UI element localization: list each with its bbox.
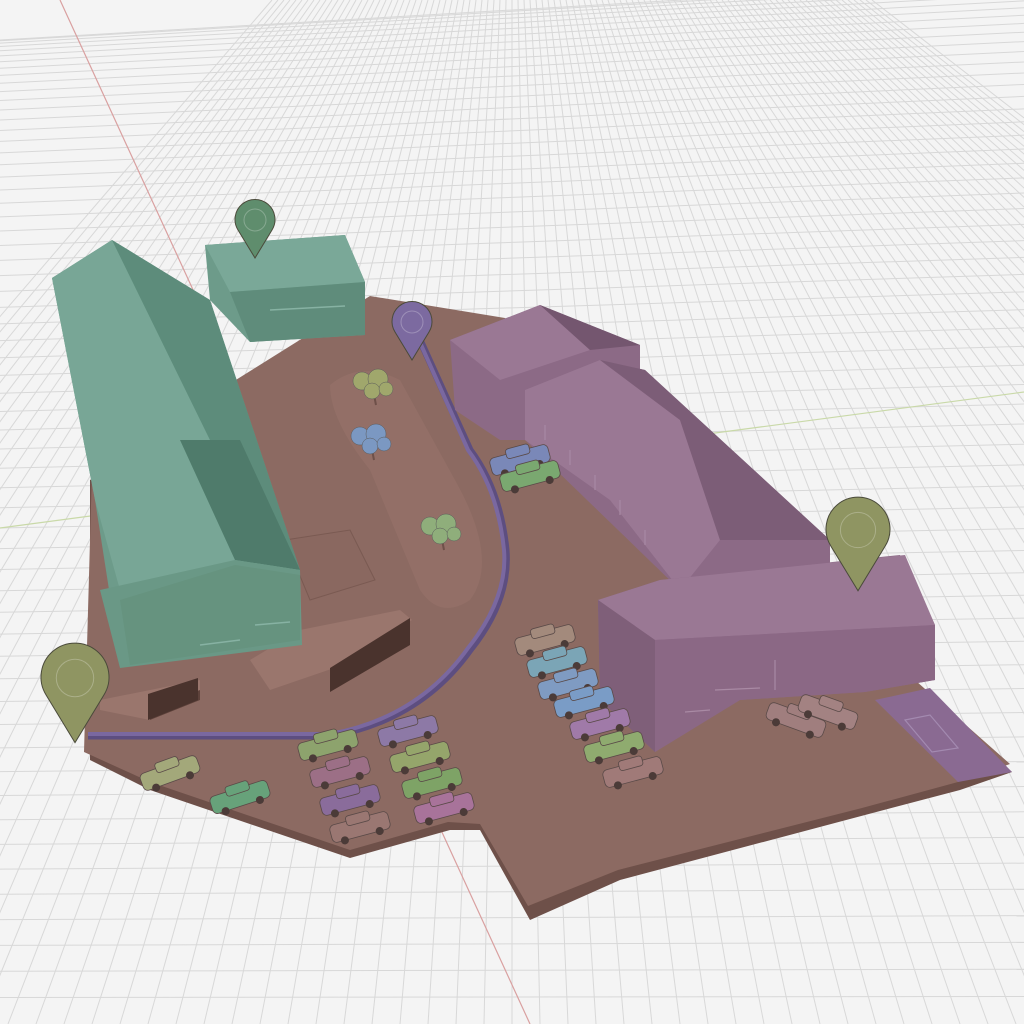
3d-viewport[interactable] — [0, 0, 1024, 1024]
scene-canvas[interactable] — [0, 0, 1024, 1024]
